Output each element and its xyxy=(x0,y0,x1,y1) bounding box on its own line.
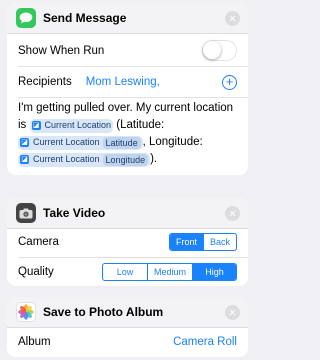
card-title: Take Video xyxy=(43,206,106,220)
camera-label: Camera xyxy=(18,236,59,248)
camera-front-option[interactable]: Front xyxy=(170,234,203,250)
photos-icon xyxy=(16,302,36,322)
card-title: Send Message xyxy=(43,11,127,25)
current-location-longitude-token[interactable]: ◪ Current Location Longitude xyxy=(18,152,151,167)
token-property: Latitude xyxy=(102,136,141,149)
token-property: Longitude xyxy=(102,153,149,166)
current-location-token[interactable]: ◪ Current Location xyxy=(29,118,114,133)
current-location-latitude-token[interactable]: ◪ Current Location Latitude xyxy=(18,135,143,150)
camera-back-option[interactable]: Back xyxy=(203,234,236,250)
location-variable-icon: ◪ xyxy=(31,121,41,130)
message-text: ). xyxy=(150,153,158,165)
token-label: Current Location xyxy=(44,120,112,130)
toggle-knob xyxy=(203,41,221,59)
quality-segmented-control: Low Medium High xyxy=(102,263,237,281)
location-variable-icon: ◪ xyxy=(20,138,29,147)
album-value[interactable]: Camera Roll xyxy=(173,336,237,348)
close-icon[interactable] xyxy=(225,10,240,26)
recipients-row[interactable]: Recipients Mom Leswing, + xyxy=(7,67,248,97)
message-text-area[interactable]: I'm getting pulled over. My current loca… xyxy=(18,100,240,168)
save-to-photo-album-card: Save to Photo Album Album Camera Roll xyxy=(7,297,248,357)
quality-row: Quality Low Medium High xyxy=(7,257,248,286)
plus-circle-icon[interactable]: + xyxy=(222,74,237,90)
send-message-card: Send Message Show When Run Recipients Mo… xyxy=(7,3,248,175)
token-label: Current Location xyxy=(33,137,100,147)
quality-high-option[interactable]: High xyxy=(192,264,236,280)
camera-row: Camera Front Back xyxy=(7,226,248,258)
divider xyxy=(18,97,248,98)
album-row[interactable]: Album Camera Roll xyxy=(7,327,248,357)
messages-icon xyxy=(16,8,36,28)
quality-label: Quality xyxy=(18,266,54,278)
message-text: , Longitude: xyxy=(142,136,203,148)
quality-medium-option[interactable]: Medium xyxy=(147,264,192,280)
location-variable-icon: ◪ xyxy=(20,155,29,164)
card-title: Save to Photo Album xyxy=(43,305,164,319)
token-label: Current Location xyxy=(33,154,100,164)
save-to-album-header: Save to Photo Album xyxy=(7,297,248,328)
close-icon[interactable] xyxy=(225,205,240,221)
recipients-value[interactable]: Mom Leswing, xyxy=(86,76,160,88)
show-when-run-toggle[interactable] xyxy=(202,40,237,61)
take-video-card: Take Video Camera Front Back Quality Low… xyxy=(7,198,248,286)
show-when-run-label: Show When Run xyxy=(18,44,105,57)
camera-segmented-control: Front Back xyxy=(169,233,237,251)
camera-icon xyxy=(16,203,36,223)
send-message-header: Send Message xyxy=(7,3,248,34)
show-when-run-row: Show When Run xyxy=(7,35,248,66)
close-icon[interactable] xyxy=(225,304,240,320)
album-label: Album xyxy=(18,336,51,348)
recipients-label: Recipients xyxy=(18,76,72,88)
take-video-header: Take Video xyxy=(7,198,248,229)
message-text: (Latitude: xyxy=(116,119,165,131)
quality-low-option[interactable]: Low xyxy=(103,264,147,280)
